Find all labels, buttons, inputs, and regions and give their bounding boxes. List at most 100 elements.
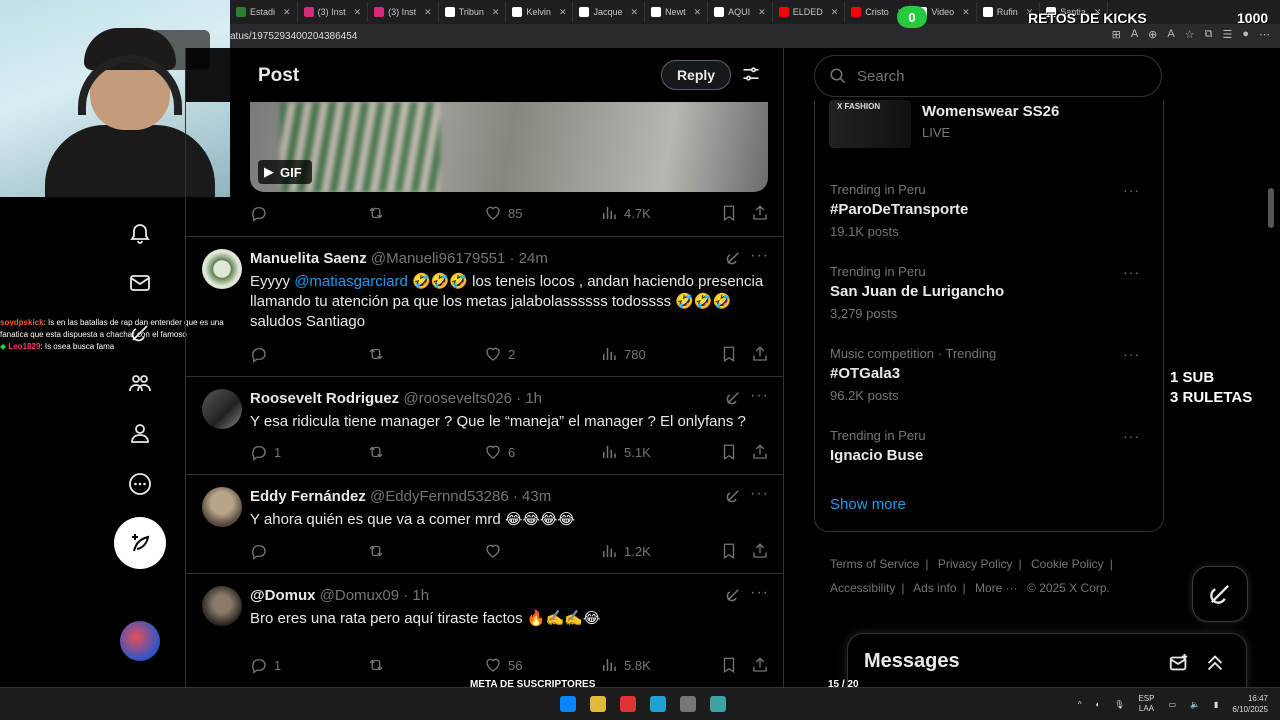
start-icon[interactable] bbox=[560, 696, 576, 712]
translate-icon[interactable]: A bbox=[1131, 28, 1138, 41]
close-tab-icon[interactable]: ✕ bbox=[492, 7, 500, 18]
reply-action[interactable] bbox=[250, 542, 274, 560]
profile-nav[interactable] bbox=[120, 413, 160, 453]
timestamp[interactable]: · 1h bbox=[403, 587, 429, 604]
live-thumbnail[interactable]: X FASHION bbox=[829, 100, 911, 148]
share-action[interactable] bbox=[751, 656, 769, 674]
file-explorer-icon[interactable] bbox=[590, 696, 606, 712]
browser-tab[interactable]: Estadi ✕ bbox=[230, 2, 298, 22]
volume-icon[interactable]: 🔈 bbox=[1190, 700, 1200, 709]
account-avatar[interactable] bbox=[120, 621, 160, 661]
trend-more-icon[interactable]: ··· bbox=[1123, 182, 1140, 198]
network-icon[interactable]: ◐ bbox=[1095, 700, 1100, 709]
timestamp[interactable]: · 1h bbox=[516, 390, 542, 407]
browser-tab[interactable]: Newt ✕ bbox=[645, 2, 709, 22]
more-options-icon[interactable]: ··· bbox=[750, 584, 769, 602]
trend-more-icon[interactable]: ··· bbox=[1123, 264, 1140, 280]
reply-tweet[interactable]: Roosevelt Rodriguez @roosevelts026 · 1h ·… bbox=[186, 376, 783, 474]
tray-chevron-icon[interactable]: ^ bbox=[1078, 700, 1082, 709]
profile-icon[interactable]: ● bbox=[1242, 28, 1249, 41]
reply-tweet[interactable]: Eddy Fernández @EddyFernnd53286 · 43m ···… bbox=[186, 474, 783, 573]
display-name[interactable]: @Domux bbox=[250, 587, 315, 604]
favorite-icon[interactable]: ☆ bbox=[1185, 28, 1195, 41]
bookmark-action[interactable] bbox=[720, 345, 738, 363]
more-nav[interactable] bbox=[120, 464, 160, 504]
reply-button[interactable]: Reply bbox=[661, 60, 731, 90]
display-name[interactable]: Eddy Fernández bbox=[250, 488, 366, 505]
new-message-icon[interactable] bbox=[1168, 652, 1190, 674]
install-icon[interactable]: ⊞ bbox=[1112, 28, 1121, 41]
search-input[interactable]: Search bbox=[814, 55, 1162, 97]
browser-tab[interactable]: (3) Inst ✕ bbox=[298, 2, 369, 22]
timestamp[interactable]: · 43m bbox=[513, 488, 551, 505]
close-tab-icon[interactable]: ✕ bbox=[559, 7, 567, 18]
trend-more-icon[interactable]: ··· bbox=[1123, 346, 1140, 362]
browser-tab[interactable]: ELDED ✕ bbox=[773, 2, 846, 22]
grok-icon[interactable] bbox=[724, 487, 742, 505]
chevron-up-icon[interactable] bbox=[1204, 652, 1226, 674]
bookmark-action[interactable] bbox=[720, 443, 738, 461]
footer-link-more[interactable]: More ··· bbox=[975, 581, 1018, 595]
read-aloud-icon[interactable]: A bbox=[1167, 28, 1174, 41]
like-action[interactable] bbox=[484, 542, 508, 560]
trend-item[interactable]: Music competition · Trending #OTGala3 96.2… bbox=[830, 346, 1150, 403]
views-action[interactable]: 5.1K bbox=[600, 443, 651, 461]
user-handle[interactable]: @EddyFernnd53286 bbox=[370, 488, 509, 505]
close-tab-icon[interactable]: ✕ bbox=[283, 7, 291, 18]
reply-action[interactable] bbox=[250, 345, 274, 363]
footer-link-cookies[interactable]: Cookie Policy bbox=[1031, 557, 1104, 571]
repost-action[interactable] bbox=[367, 204, 391, 222]
browser-tab[interactable]: Kelvin ✕ bbox=[506, 2, 574, 22]
app-icon[interactable] bbox=[710, 696, 726, 712]
close-tab-icon[interactable]: ✕ bbox=[631, 7, 639, 18]
close-tab-icon[interactable]: ✕ bbox=[962, 7, 970, 18]
display-icon[interactable]: ▭ bbox=[1168, 700, 1176, 709]
mic-icon[interactable]: 🎙 bbox=[1114, 700, 1124, 709]
collections-icon[interactable]: ☰ bbox=[1222, 28, 1232, 41]
browser-tab[interactable]: Tribun ✕ bbox=[439, 2, 507, 22]
user-handle[interactable]: @roosevelts026 bbox=[403, 390, 512, 407]
like-action[interactable]: 85 bbox=[484, 204, 522, 222]
app-icon[interactable] bbox=[680, 696, 696, 712]
browser-tab[interactable]: Jacque ✕ bbox=[573, 2, 646, 22]
reply-tweet[interactable]: Manuelita Saenz @Manueli96179551 · 24m ··… bbox=[186, 236, 783, 376]
battery-icon[interactable]: ▮ bbox=[1214, 700, 1218, 709]
close-tab-icon[interactable]: ✕ bbox=[424, 7, 432, 18]
avatar[interactable] bbox=[202, 586, 242, 626]
avatar[interactable] bbox=[202, 249, 242, 289]
messages-drawer[interactable]: Messages bbox=[847, 633, 1247, 693]
communities-nav[interactable] bbox=[120, 363, 160, 403]
share-action[interactable] bbox=[751, 204, 769, 222]
compose-post-button[interactable] bbox=[114, 517, 166, 569]
footer-link-accessibility[interactable]: Accessibility bbox=[830, 581, 895, 595]
bookmark-action[interactable] bbox=[720, 204, 738, 222]
edge-icon[interactable] bbox=[650, 696, 666, 712]
trend-item[interactable]: Trending in Peru San Juan de Lurigancho 3,… bbox=[830, 264, 1150, 321]
views-action[interactable]: 780 bbox=[600, 345, 646, 363]
live-title[interactable]: Womenswear SS26 bbox=[922, 103, 1059, 120]
more-options-icon[interactable]: ··· bbox=[750, 387, 769, 405]
footer-link-ads[interactable]: Ads info bbox=[913, 581, 956, 595]
views-action[interactable]: 1.2K bbox=[600, 542, 651, 560]
timestamp[interactable]: · 24m bbox=[510, 250, 548, 267]
bookmark-action[interactable] bbox=[720, 656, 738, 674]
browser-tab[interactable]: AQUI ✕ bbox=[708, 2, 773, 22]
zoom-icon[interactable]: ⊕ bbox=[1148, 28, 1157, 41]
share-action[interactable] bbox=[751, 345, 769, 363]
avatar[interactable] bbox=[202, 389, 242, 429]
system-clock[interactable]: 16:47 6/10/2025 bbox=[1232, 693, 1268, 715]
footer-link-privacy[interactable]: Privacy Policy bbox=[938, 557, 1013, 571]
grok-icon[interactable] bbox=[724, 389, 742, 407]
show-more-link[interactable]: Show more bbox=[830, 496, 906, 513]
trend-item[interactable]: Trending in Peru #ParoDeTransporte 19.1K p… bbox=[830, 182, 1150, 239]
views-action[interactable]: 4.7K bbox=[600, 204, 651, 222]
close-tab-icon[interactable]: ✕ bbox=[694, 7, 702, 18]
display-name[interactable]: Manuelita Saenz bbox=[250, 250, 367, 267]
repost-action[interactable] bbox=[367, 443, 391, 461]
reply-action[interactable] bbox=[250, 204, 274, 222]
user-handle[interactable]: @Domux09 bbox=[320, 587, 399, 604]
reply-tweet[interactable]: @Domux @Domux09 · 1h ··· Bro eres una rata… bbox=[186, 573, 783, 687]
notifications-nav[interactable] bbox=[120, 213, 160, 253]
like-action[interactable]: 56 bbox=[484, 656, 522, 674]
filter-sliders-icon[interactable] bbox=[741, 64, 761, 84]
